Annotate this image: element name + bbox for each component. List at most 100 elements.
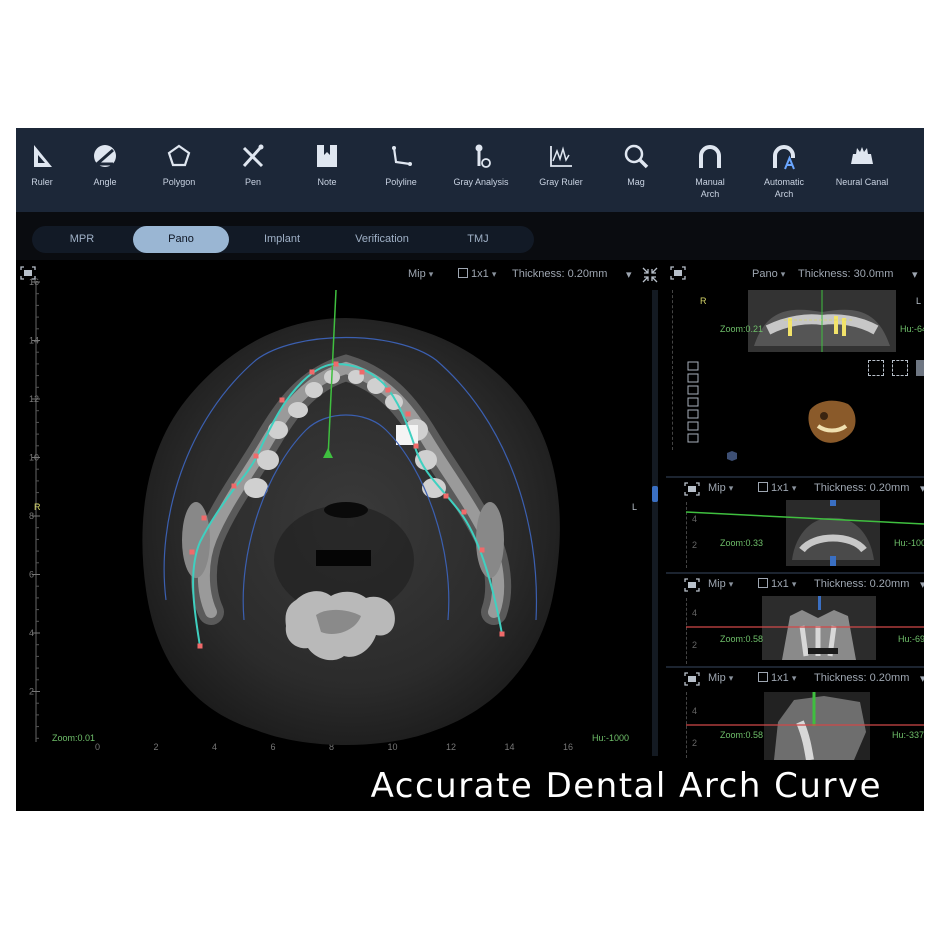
angle-icon xyxy=(94,145,116,167)
tool-label: Automatic Arch xyxy=(763,177,805,199)
slice2-tick: 2 xyxy=(692,640,698,650)
note-tool-button[interactable]: Note xyxy=(290,128,364,212)
arch-control-point[interactable] xyxy=(461,509,467,515)
tab-pano[interactable]: Pano xyxy=(133,226,229,253)
gray-ruler-tool-button[interactable]: Gray Ruler xyxy=(524,128,598,212)
tool-label: Angle xyxy=(93,177,117,187)
polyline-icon xyxy=(392,146,412,166)
arch-control-point[interactable] xyxy=(253,453,259,459)
slice2-tick: 4 xyxy=(692,608,698,618)
layout-1-button[interactable] xyxy=(868,360,884,376)
app-window: Ruler Angle Polygon Pen Note Polyline Gr… xyxy=(16,128,924,811)
caption-text: Accurate Dental Arch Curve xyxy=(370,766,882,806)
hu-readout: Hu:-1000 xyxy=(592,733,630,743)
arch-control-point[interactable] xyxy=(309,369,315,375)
view-mode-tabs: MPR Pano Implant Verification TMJ xyxy=(32,226,534,253)
neural-canal-icon xyxy=(851,147,873,164)
right-panel: Pano ▾ Thickness: 30.0mm ▾ R L Zoom:0.21… xyxy=(666,260,924,760)
pen-tool-button[interactable]: Pen xyxy=(216,128,290,212)
manual-arch-icon xyxy=(699,145,721,168)
arch-control-point[interactable] xyxy=(197,643,203,649)
slice2-thickness-dropdown-icon[interactable]: ▾ xyxy=(920,578,924,591)
gray-analysis-tool-button[interactable]: Gray Analysis xyxy=(438,128,524,212)
slice3-thickness-field[interactable]: Thickness: 0.20mm xyxy=(814,672,909,684)
arch-control-point[interactable] xyxy=(413,443,419,449)
slice-scrollbar-thumb[interactable] xyxy=(652,486,658,502)
zoom-readout: Zoom:0.01 xyxy=(52,733,96,743)
slice3-slab-toggle[interactable]: 1x1 ▾ xyxy=(758,672,796,684)
slice2-zoom-readout: Zoom:0.58 xyxy=(720,634,764,644)
angle-tool-button[interactable]: Angle xyxy=(68,128,142,212)
slice2-slab-checkbox[interactable] xyxy=(758,578,768,588)
axial-view[interactable]: Mip ▾ 1x1 ▾ Thickness: 0.20mm ▾ 16 14 12 10… xyxy=(16,260,666,760)
layout-2-button[interactable] xyxy=(892,360,908,376)
pano-thickness-field[interactable]: Thickness: 30.0mm xyxy=(798,268,893,280)
ruler-tick-label: 16 xyxy=(563,742,573,752)
slice3-thickness-dropdown-icon[interactable]: ▾ xyxy=(920,672,924,685)
slice3-slab-checkbox[interactable] xyxy=(758,672,768,682)
tab-verification[interactable]: Verification xyxy=(332,226,432,253)
arch-control-point[interactable] xyxy=(333,361,339,367)
layout-3-button[interactable] xyxy=(916,360,924,376)
gray-analysis-icon xyxy=(475,144,491,168)
slice1-thickness-field[interactable]: Thickness: 0.20mm xyxy=(814,482,909,494)
tool-label: Note xyxy=(317,177,337,187)
slice1-slab-checkbox[interactable] xyxy=(758,482,768,492)
slice3-mode-value: Mip xyxy=(708,672,726,684)
arch-control-point[interactable] xyxy=(279,397,285,403)
screenshot-icon[interactable] xyxy=(684,482,700,496)
slice2-mode-value: Mip xyxy=(708,578,726,590)
arch-control-point[interactable] xyxy=(499,631,505,637)
screenshot-icon[interactable] xyxy=(684,578,700,592)
tool-label: Pen xyxy=(244,177,261,187)
screenshot-icon[interactable] xyxy=(684,672,700,686)
slice1-thickness-dropdown-icon[interactable]: ▾ xyxy=(920,482,924,495)
slice1-zoom-readout: Zoom:0.33 xyxy=(720,538,764,548)
slice2-mode-select[interactable]: Mip ▾ xyxy=(708,578,733,590)
pano-mode-select[interactable]: Pano ▾ xyxy=(752,268,785,280)
arch-control-point[interactable] xyxy=(201,515,207,521)
tab-mpr[interactable]: MPR xyxy=(32,226,132,253)
slice3-mode-select[interactable]: Mip ▾ xyxy=(708,672,733,684)
caption-bar: Accurate Dental Arch Curve xyxy=(16,760,924,811)
slice2-slab-toggle[interactable]: 1x1 ▾ xyxy=(758,578,796,590)
arch-control-point[interactable] xyxy=(405,411,411,417)
manual-arch-tool-button[interactable]: Manual Arch xyxy=(674,128,746,212)
arch-control-point[interactable] xyxy=(479,547,485,553)
arch-control-point[interactable] xyxy=(443,493,449,499)
slice2-thickness-field[interactable]: Thickness: 0.20mm xyxy=(814,578,909,590)
screenshot-icon[interactable] xyxy=(670,266,686,280)
ruler-tick-label: 10 xyxy=(29,453,39,463)
arch-control-point[interactable] xyxy=(189,549,195,555)
polygon-tool-button[interactable]: Polygon xyxy=(142,128,216,212)
automatic-arch-tool-button[interactable]: Automatic Arch xyxy=(746,128,822,212)
slice-scrollbar[interactable] xyxy=(652,290,658,756)
ruler-tool-button[interactable]: Ruler xyxy=(16,128,68,212)
slice3-tick: 4 xyxy=(692,706,698,716)
tool-label: Polygon xyxy=(162,177,196,187)
mag-tool-button[interactable]: Mag xyxy=(598,128,674,212)
cube-icon[interactable] xyxy=(726,450,738,462)
neural-canal-tool-button[interactable]: Neural Canal xyxy=(822,128,902,212)
arch-control-point[interactable] xyxy=(385,387,391,393)
arch-control-point[interactable] xyxy=(359,369,365,375)
tool-label: Manual Arch xyxy=(695,177,725,199)
orientation-right: L xyxy=(632,502,637,512)
note-icon xyxy=(317,145,337,167)
tab-implant[interactable]: Implant xyxy=(236,226,328,253)
pano-thickness-dropdown-icon[interactable]: ▾ xyxy=(912,268,918,281)
polyline-tool-button[interactable]: Polyline xyxy=(364,128,438,212)
pano-hu-readout: Hu:-649 xyxy=(900,324,924,334)
panoramic-image xyxy=(748,290,896,352)
slice1-mode-select[interactable]: Mip ▾ xyxy=(708,482,733,494)
ruler-tick-label: 4 xyxy=(212,742,217,752)
pano-orientation-left: R xyxy=(700,296,707,306)
tool-label: Polyline xyxy=(385,177,417,187)
pano-ruler xyxy=(672,290,676,450)
slice3-zoom-readout: Zoom:0.58 xyxy=(720,730,764,740)
tool-label: Mag xyxy=(627,177,645,187)
slice1-slab-toggle[interactable]: 1x1 ▾ xyxy=(758,482,796,494)
tab-tmj[interactable]: TMJ xyxy=(438,226,518,253)
arch-control-point[interactable] xyxy=(231,483,237,489)
skull-3d-render[interactable] xyxy=(804,398,860,448)
